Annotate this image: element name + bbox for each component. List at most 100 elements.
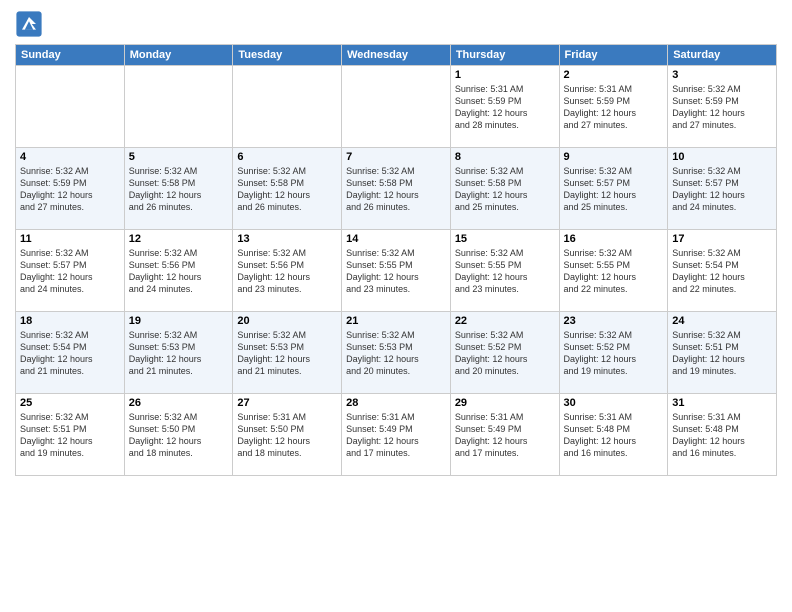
day-number: 24: [672, 315, 772, 327]
calendar-cell: 14 Sunrise: 5:32 AM Sunset: 5:55 PM Dayli…: [342, 230, 451, 312]
calendar-cell: [16, 66, 125, 148]
weekday-header-thursday: Thursday: [450, 45, 559, 66]
day-number: 9: [564, 151, 664, 163]
calendar-cell: 22 Sunrise: 5:32 AM Sunset: 5:52 PM Dayli…: [450, 312, 559, 394]
day-info: Sunrise: 5:32 AM Sunset: 5:56 PM Dayligh…: [237, 247, 337, 296]
day-number: 6: [237, 151, 337, 163]
calendar-cell: 21 Sunrise: 5:32 AM Sunset: 5:53 PM Dayli…: [342, 312, 451, 394]
day-number: 18: [20, 315, 120, 327]
day-number: 13: [237, 233, 337, 245]
day-info: Sunrise: 5:32 AM Sunset: 5:53 PM Dayligh…: [129, 329, 229, 378]
day-number: 8: [455, 151, 555, 163]
calendar-cell: 26 Sunrise: 5:32 AM Sunset: 5:50 PM Dayli…: [124, 394, 233, 476]
weekday-header-saturday: Saturday: [668, 45, 777, 66]
calendar-week-4: 18 Sunrise: 5:32 AM Sunset: 5:54 PM Dayli…: [16, 312, 777, 394]
day-info: Sunrise: 5:32 AM Sunset: 5:55 PM Dayligh…: [455, 247, 555, 296]
day-info: Sunrise: 5:32 AM Sunset: 5:59 PM Dayligh…: [672, 83, 772, 132]
day-number: 27: [237, 397, 337, 409]
logo: [15, 10, 47, 38]
weekday-header-sunday: Sunday: [16, 45, 125, 66]
day-info: Sunrise: 5:32 AM Sunset: 5:59 PM Dayligh…: [20, 165, 120, 214]
calendar-week-2: 4Sunrise: 5:32 AM Sunset: 5:59 PM Daylig…: [16, 148, 777, 230]
calendar-cell: 11 Sunrise: 5:32 AM Sunset: 5:57 PM Dayli…: [16, 230, 125, 312]
day-number: 1: [455, 69, 555, 81]
calendar-cell: 25 Sunrise: 5:32 AM Sunset: 5:51 PM Dayli…: [16, 394, 125, 476]
day-info: Sunrise: 5:32 AM Sunset: 5:52 PM Dayligh…: [564, 329, 664, 378]
day-number: 23: [564, 315, 664, 327]
day-info: Sunrise: 5:31 AM Sunset: 5:59 PM Dayligh…: [564, 83, 664, 132]
calendar-header: SundayMondayTuesdayWednesdayThursdayFrid…: [16, 45, 777, 66]
calendar-cell: 28 Sunrise: 5:31 AM Sunset: 5:49 PM Dayli…: [342, 394, 451, 476]
calendar-cell: 18 Sunrise: 5:32 AM Sunset: 5:54 PM Dayli…: [16, 312, 125, 394]
day-number: 17: [672, 233, 772, 245]
day-number: 15: [455, 233, 555, 245]
calendar-cell: 10Sunrise: 5:32 AM Sunset: 5:57 PM Dayli…: [668, 148, 777, 230]
day-number: 3: [672, 69, 772, 81]
day-info: Sunrise: 5:31 AM Sunset: 5:48 PM Dayligh…: [564, 411, 664, 460]
weekday-header-monday: Monday: [124, 45, 233, 66]
day-info: Sunrise: 5:32 AM Sunset: 5:53 PM Dayligh…: [346, 329, 446, 378]
calendar-cell: 13 Sunrise: 5:32 AM Sunset: 5:56 PM Dayli…: [233, 230, 342, 312]
day-number: 7: [346, 151, 446, 163]
day-info: Sunrise: 5:32 AM Sunset: 5:57 PM Dayligh…: [20, 247, 120, 296]
weekday-header-tuesday: Tuesday: [233, 45, 342, 66]
day-info: Sunrise: 5:32 AM Sunset: 5:54 PM Dayligh…: [20, 329, 120, 378]
day-info: Sunrise: 5:32 AM Sunset: 5:57 PM Dayligh…: [672, 165, 772, 214]
calendar-cell: 5Sunrise: 5:32 AM Sunset: 5:58 PM Daylig…: [124, 148, 233, 230]
day-number: 22: [455, 315, 555, 327]
calendar-cell: 15 Sunrise: 5:32 AM Sunset: 5:55 PM Dayli…: [450, 230, 559, 312]
calendar-cell: 12 Sunrise: 5:32 AM Sunset: 5:56 PM Dayli…: [124, 230, 233, 312]
calendar-cell: 30Sunrise: 5:31 AM Sunset: 5:48 PM Dayli…: [559, 394, 668, 476]
day-number: 26: [129, 397, 229, 409]
calendar-cell: 4Sunrise: 5:32 AM Sunset: 5:59 PM Daylig…: [16, 148, 125, 230]
calendar-cell: 19 Sunrise: 5:32 AM Sunset: 5:53 PM Dayli…: [124, 312, 233, 394]
day-info: Sunrise: 5:32 AM Sunset: 5:55 PM Dayligh…: [564, 247, 664, 296]
calendar-week-1: 1 Sunrise: 5:31 AM Sunset: 5:59 PM Daylig…: [16, 66, 777, 148]
calendar-cell: [233, 66, 342, 148]
day-number: 20: [237, 315, 337, 327]
day-info: Sunrise: 5:32 AM Sunset: 5:51 PM Dayligh…: [20, 411, 120, 460]
day-number: 29: [455, 397, 555, 409]
calendar-cell: 1Sunrise: 5:31 AM Sunset: 5:59 PM Daylig…: [450, 66, 559, 148]
day-info: Sunrise: 5:31 AM Sunset: 5:49 PM Dayligh…: [346, 411, 446, 460]
calendar-cell: 20 Sunrise: 5:32 AM Sunset: 5:53 PM Dayli…: [233, 312, 342, 394]
calendar-cell: [124, 66, 233, 148]
day-info: Sunrise: 5:32 AM Sunset: 5:55 PM Dayligh…: [346, 247, 446, 296]
weekday-header-wednesday: Wednesday: [342, 45, 451, 66]
calendar-cell: 23 Sunrise: 5:32 AM Sunset: 5:52 PM Dayli…: [559, 312, 668, 394]
day-info: Sunrise: 5:32 AM Sunset: 5:54 PM Dayligh…: [672, 247, 772, 296]
calendar-table: SundayMondayTuesdayWednesdayThursdayFrid…: [15, 44, 777, 476]
day-info: Sunrise: 5:32 AM Sunset: 5:51 PM Dayligh…: [672, 329, 772, 378]
day-info: Sunrise: 5:32 AM Sunset: 5:58 PM Dayligh…: [237, 165, 337, 214]
day-info: Sunrise: 5:31 AM Sunset: 5:49 PM Dayligh…: [455, 411, 555, 460]
day-info: Sunrise: 5:32 AM Sunset: 5:58 PM Dayligh…: [346, 165, 446, 214]
calendar-cell: 8 Sunrise: 5:32 AM Sunset: 5:58 PM Daylig…: [450, 148, 559, 230]
day-info: Sunrise: 5:31 AM Sunset: 5:48 PM Dayligh…: [672, 411, 772, 460]
day-number: 31: [672, 397, 772, 409]
header: [15, 10, 777, 38]
calendar-cell: 7 Sunrise: 5:32 AM Sunset: 5:58 PM Daylig…: [342, 148, 451, 230]
day-info: Sunrise: 5:32 AM Sunset: 5:50 PM Dayligh…: [129, 411, 229, 460]
logo-icon: [15, 10, 43, 38]
day-info: Sunrise: 5:31 AM Sunset: 5:50 PM Dayligh…: [237, 411, 337, 460]
day-info: Sunrise: 5:32 AM Sunset: 5:52 PM Dayligh…: [455, 329, 555, 378]
day-number: 19: [129, 315, 229, 327]
page-container: SundayMondayTuesdayWednesdayThursdayFrid…: [0, 0, 792, 486]
day-number: 25: [20, 397, 120, 409]
calendar-cell: [342, 66, 451, 148]
day-number: 21: [346, 315, 446, 327]
calendar-cell: 31 Sunrise: 5:31 AM Sunset: 5:48 PM Dayli…: [668, 394, 777, 476]
day-info: Sunrise: 5:32 AM Sunset: 5:53 PM Dayligh…: [237, 329, 337, 378]
day-number: 12: [129, 233, 229, 245]
weekday-header-row: SundayMondayTuesdayWednesdayThursdayFrid…: [16, 45, 777, 66]
calendar-week-3: 11 Sunrise: 5:32 AM Sunset: 5:57 PM Dayli…: [16, 230, 777, 312]
calendar-cell: 9Sunrise: 5:32 AM Sunset: 5:57 PM Daylig…: [559, 148, 668, 230]
calendar-cell: 3 Sunrise: 5:32 AM Sunset: 5:59 PM Daylig…: [668, 66, 777, 148]
day-info: Sunrise: 5:32 AM Sunset: 5:56 PM Dayligh…: [129, 247, 229, 296]
day-number: 11: [20, 233, 120, 245]
day-number: 14: [346, 233, 446, 245]
day-info: Sunrise: 5:32 AM Sunset: 5:58 PM Dayligh…: [455, 165, 555, 214]
day-number: 28: [346, 397, 446, 409]
calendar-cell: 16Sunrise: 5:32 AM Sunset: 5:55 PM Dayli…: [559, 230, 668, 312]
day-info: Sunrise: 5:32 AM Sunset: 5:58 PM Dayligh…: [129, 165, 229, 214]
